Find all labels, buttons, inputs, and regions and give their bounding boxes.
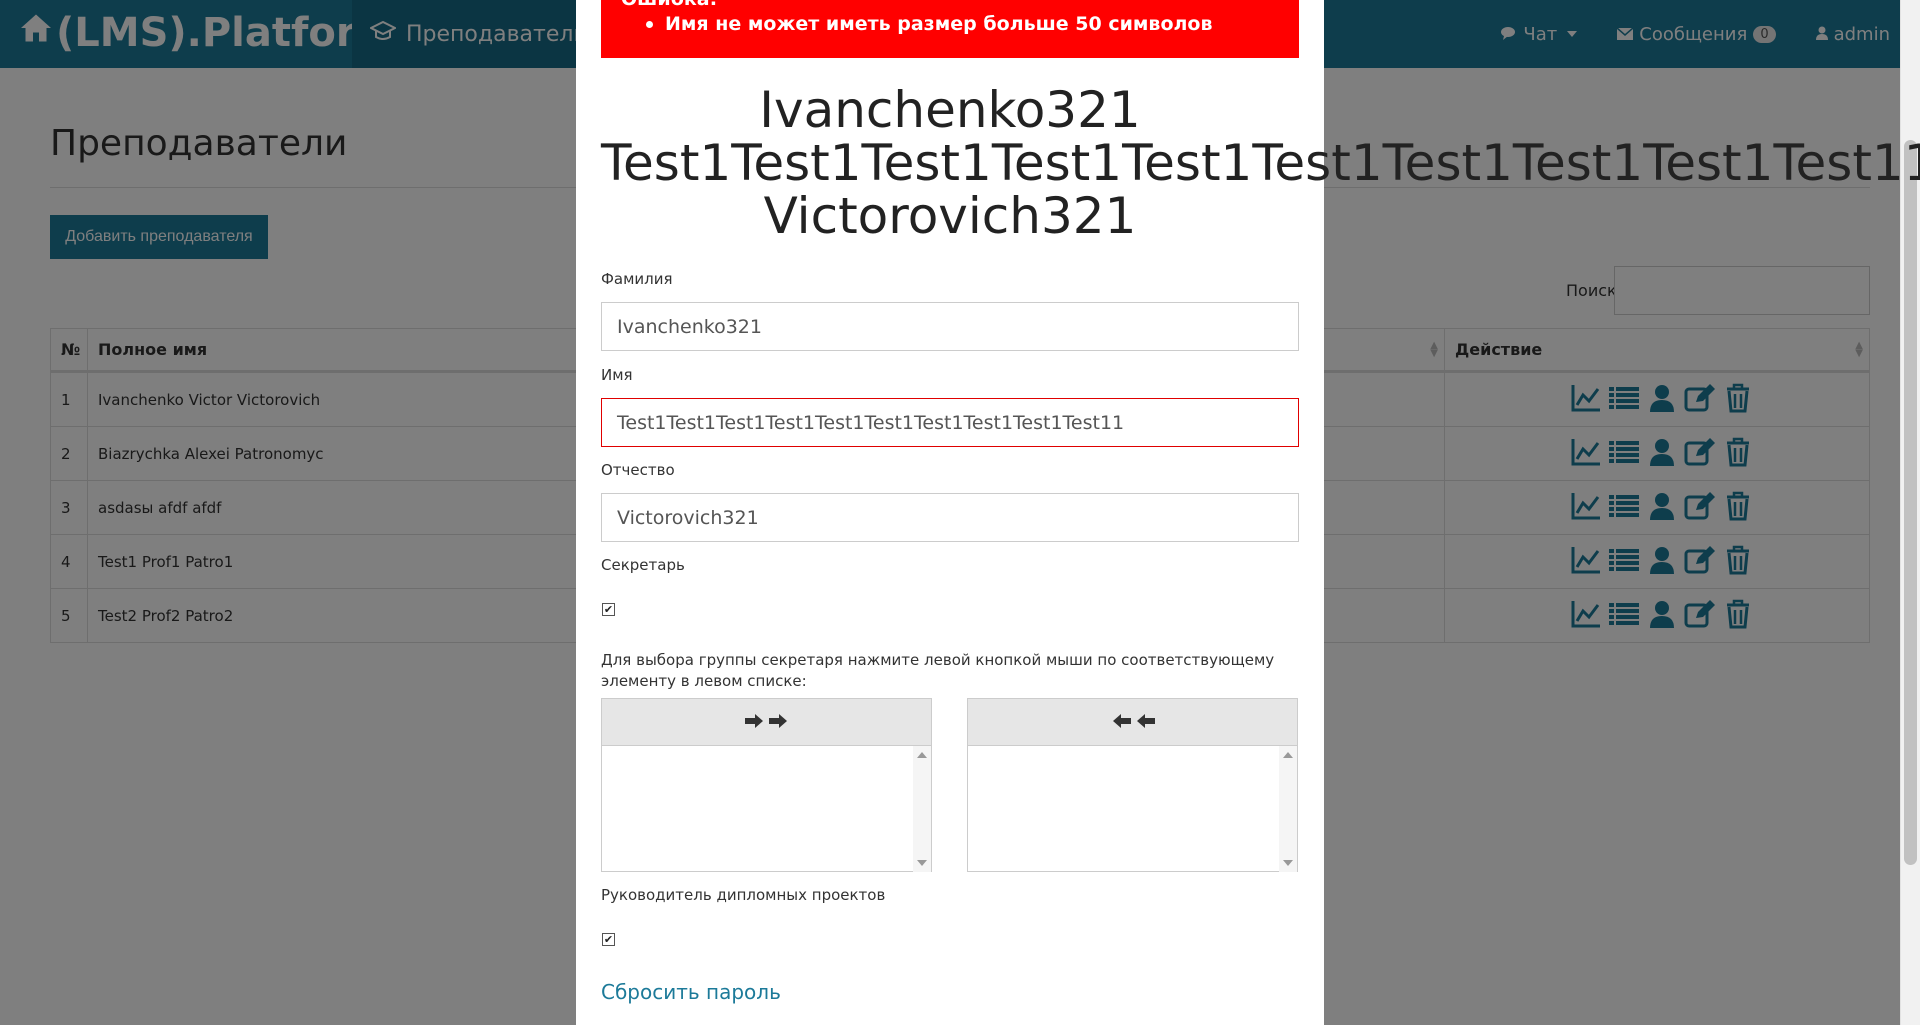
list-scrollbar[interactable] (1279, 746, 1297, 872)
last-name-input[interactable]: Ivanchenko321 (601, 302, 1299, 351)
last-name-label: Фамилия (601, 270, 673, 288)
diploma-supervisor-label: Руководитель дипломных проектов (601, 886, 886, 904)
scrollbar-thumb[interactable] (1904, 140, 1917, 865)
list-scrollbar[interactable] (913, 746, 931, 872)
first-name-input[interactable]: Test1Test1Test1Test1Test1Test1Test1Test1… (601, 398, 1299, 447)
heading-last-name: Ivanchenko321 (759, 81, 1141, 139)
heading-patronymic: Victorovich321 (763, 187, 1137, 245)
patronymic-label: Отчество (601, 461, 675, 479)
error-message: Имя не может иметь размер больше 50 симв… (646, 13, 1213, 35)
error-title: Ошибка: (621, 0, 717, 10)
reset-password-link[interactable]: Сбросить пароль (601, 980, 781, 1004)
available-groups-select[interactable] (602, 746, 931, 872)
arrow-left-icon (1111, 710, 1155, 734)
selected-groups-list (967, 698, 1298, 872)
secretary-checkbox[interactable]: ✔ (602, 603, 615, 616)
available-groups-list (601, 698, 932, 872)
secretary-label: Секретарь (601, 556, 685, 574)
teacher-full-name-heading: Ivanchenko321 Test1Test1Test1Test1Test1T… (601, 81, 1920, 245)
diploma-supervisor-checkbox[interactable]: ✔ (602, 933, 615, 946)
patronymic-input[interactable]: Victorovich321 (601, 493, 1299, 542)
error-alert: Ошибка: Имя не может иметь размер больше… (601, 0, 1299, 58)
first-name-label: Имя (601, 366, 633, 384)
move-right-button[interactable] (602, 699, 931, 746)
move-left-button[interactable] (968, 699, 1297, 746)
secretary-group-hint: Для выбора группы секретаря нажмите лево… (601, 651, 1275, 690)
arrow-right-icon (744, 710, 789, 734)
selected-groups-select[interactable] (968, 746, 1297, 872)
heading-first-name: Test1Test1Test1Test1Test1Test1Test1Test1… (601, 134, 1920, 192)
